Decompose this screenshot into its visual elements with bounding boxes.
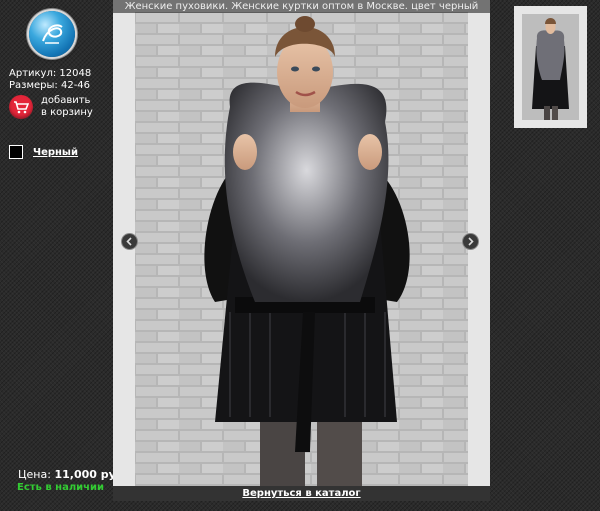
swirl-logo-icon xyxy=(42,24,63,44)
price: Цена: 11,000 руб. xyxy=(18,468,128,481)
back-bar: Вернуться в каталог xyxy=(113,486,490,501)
brand-logo[interactable] xyxy=(29,11,75,57)
color-name-link[interactable]: Черный xyxy=(33,147,78,158)
thumbnail-frame[interactable] xyxy=(514,6,587,128)
model-photo-illustration xyxy=(135,12,468,488)
product-meta: Артикул: 12048 Размеры: 42-46 xyxy=(9,68,91,92)
thumbnail-photo xyxy=(522,14,579,120)
chevron-left-icon xyxy=(126,237,132,246)
chevron-right-icon xyxy=(468,237,474,246)
add-to-cart-button[interactable]: добавить в корзину xyxy=(9,95,93,119)
sku-text: Артикул: 12048 xyxy=(9,68,92,79)
image-viewer: Женские пуховики. Женские куртки оптом в… xyxy=(113,0,490,501)
color-option[interactable]: Черный xyxy=(9,145,78,159)
cart-label-line1: добавить xyxy=(41,95,91,106)
back-to-catalog-link[interactable]: Вернуться в каталог xyxy=(242,488,360,499)
previous-image-button[interactable] xyxy=(121,233,138,250)
availability-status: Есть в наличии xyxy=(17,482,105,493)
price-label: Цена: xyxy=(18,468,51,481)
product-photo[interactable] xyxy=(135,12,468,488)
shopping-cart-icon xyxy=(9,95,33,119)
color-swatch[interactable] xyxy=(9,145,23,159)
next-image-button[interactable] xyxy=(462,233,479,250)
thumbnail-image[interactable] xyxy=(522,14,579,120)
photo-caption: Женские пуховики. Женские куртки оптом в… xyxy=(113,0,490,13)
cart-label-line2: в корзину xyxy=(41,107,93,118)
sizes-text: Размеры: 42-46 xyxy=(9,80,91,91)
